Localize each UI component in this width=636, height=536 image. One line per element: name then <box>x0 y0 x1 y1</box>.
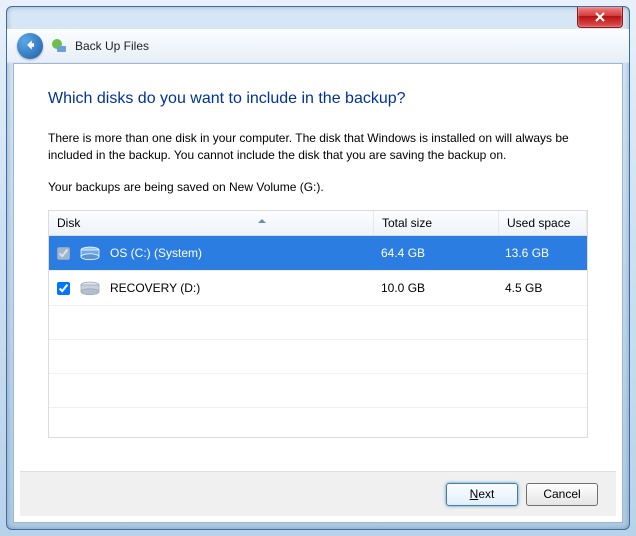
disk-table: Disk Total size Used space OS (C:) (Syst… <box>48 210 588 438</box>
next-button[interactable]: Next <box>446 483 518 506</box>
nav-bar: Back Up Files <box>7 29 629 63</box>
table-row-empty <box>49 374 587 408</box>
page-body: Which disks do you want to include in th… <box>13 63 623 523</box>
disk-total-size: 10.0 GB <box>373 281 497 295</box>
dialog-footer: Next Cancel <box>20 471 616 516</box>
back-button[interactable] <box>17 33 43 59</box>
disk-name: OS (C:) (System) <box>110 246 202 260</box>
titlebar <box>7 7 629 29</box>
table-body: OS (C:) (System) 64.4 GB13.6 GB RECOVERY (… <box>49 236 587 438</box>
table-row-empty <box>49 340 587 374</box>
back-arrow-icon <box>23 38 37 55</box>
cancel-button[interactable]: Cancel <box>526 483 598 506</box>
drive-icon <box>78 244 102 262</box>
table-row-empty <box>49 306 587 340</box>
table-row[interactable]: OS (C:) (System) 64.4 GB13.6 GB <box>49 236 587 271</box>
save-location-text: Your backups are being saved on New Volu… <box>48 179 588 196</box>
page-description: There is more than one disk in your comp… <box>48 130 588 165</box>
content-area: Which disks do you want to include in th… <box>14 64 622 438</box>
window-title: Back Up Files <box>75 39 149 53</box>
window-frame: Back Up Files Which disks do you want to… <box>6 6 630 530</box>
backup-app-icon <box>51 38 67 54</box>
include-disk-checkbox <box>57 247 70 260</box>
table-row-empty <box>49 408 587 438</box>
drive-icon <box>78 279 102 297</box>
close-icon <box>595 10 605 25</box>
close-button[interactable] <box>577 7 623 28</box>
page-heading: Which disks do you want to include in th… <box>48 90 588 108</box>
disk-used-space: 13.6 GB <box>497 246 587 260</box>
include-disk-checkbox[interactable] <box>57 282 70 295</box>
table-header: Disk Total size Used space <box>49 211 587 236</box>
column-header-used[interactable]: Used space <box>499 211 587 235</box>
disk-name: RECOVERY (D:) <box>110 281 200 295</box>
next-label: ext <box>478 487 494 501</box>
column-header-total[interactable]: Total size <box>374 211 499 235</box>
column-header-disk[interactable]: Disk <box>49 211 374 235</box>
disk-used-space: 4.5 GB <box>497 281 587 295</box>
disk-total-size: 64.4 GB <box>373 246 497 260</box>
table-row[interactable]: RECOVERY (D:) 10.0 GB4.5 GB <box>49 271 587 306</box>
